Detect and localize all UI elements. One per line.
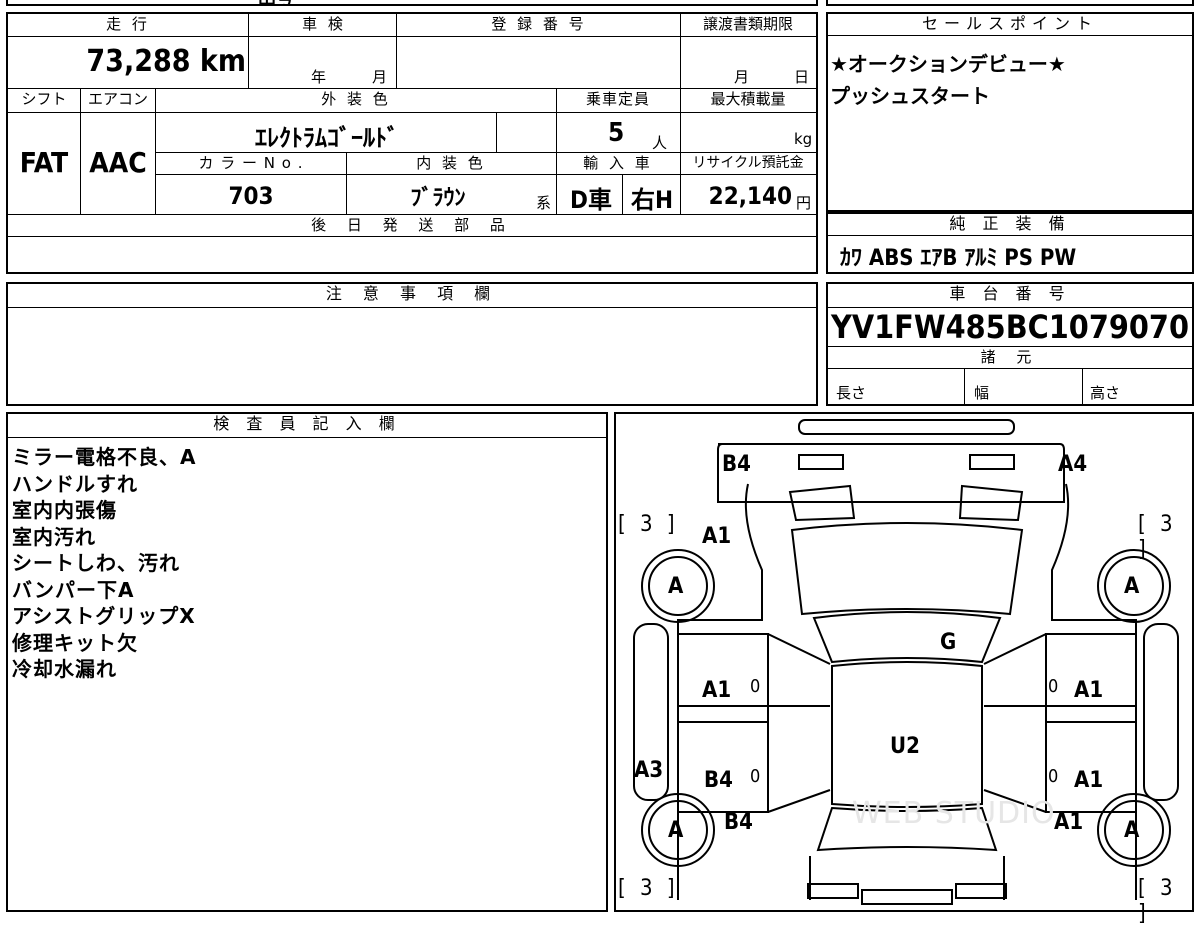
spec-length: 長さ bbox=[836, 384, 867, 402]
vin-box: 車 台 番 号 YV1FW485BC1079070 諸 元 長さ 幅 高さ bbox=[826, 282, 1194, 406]
tire-bracket-rr: [ 3 ] bbox=[1138, 876, 1177, 926]
vin-value: YV1FW485BC1079070 bbox=[831, 308, 1189, 346]
spec-width: 幅 bbox=[974, 384, 990, 402]
tire-grade-fl: A bbox=[668, 574, 684, 599]
steering-value: 右H bbox=[630, 186, 674, 214]
damage-diagram-box: [ 3 ] [ 3 ] [ 3 ] [ 3 ] A A A A B4 A4 A1… bbox=[614, 412, 1194, 926]
inspection-year: 年 bbox=[311, 68, 327, 86]
top-strip-right bbox=[826, 0, 1194, 6]
inspector-note: ハンドルすれ bbox=[12, 471, 138, 496]
max-load-unit: kg bbox=[794, 130, 813, 148]
damage-windshield: G bbox=[940, 630, 957, 655]
interior-color-value: ﾌﾞﾗｳﾝ bbox=[410, 186, 466, 211]
tire-grade-fr: A bbox=[1124, 574, 1140, 599]
inspector-note: 室内汚れ bbox=[12, 524, 96, 549]
transfer-day: 日 bbox=[794, 68, 810, 86]
zero-marker: 0 bbox=[1048, 766, 1059, 787]
damage-rear-door-left: B4 bbox=[704, 768, 733, 793]
transfer-label: 譲渡書類期限 bbox=[702, 15, 793, 33]
inspector-note: シートしわ、汚れ bbox=[12, 551, 180, 575]
inspector-note: ミラー電格不良、A bbox=[12, 445, 197, 469]
shift-value: FAT bbox=[19, 146, 69, 179]
registration-label: 登 録 番 号 bbox=[491, 15, 587, 33]
import-type: D車 bbox=[570, 186, 612, 214]
equipment-value: ｶﾜ ABS ｴｱB ｱﾙﾐ PS PW bbox=[840, 246, 1077, 271]
tire-grade-rr: A bbox=[1124, 818, 1140, 843]
notes-label: 注 意 事 項 欄 bbox=[8, 284, 816, 308]
capacity-value: 5 bbox=[608, 118, 625, 148]
color-no-value: 703 bbox=[228, 182, 274, 210]
watermark: WEB STUDIO bbox=[852, 796, 1056, 831]
inspector-note: バンパー下A bbox=[12, 577, 135, 602]
vehicle-info-table: 走 行 車 検 登 録 番 号 譲渡書類期限 73,288 km 年 月 月 日… bbox=[6, 12, 818, 274]
inspection-label: 車 検 bbox=[302, 15, 346, 33]
damage-quarter-left: B4 bbox=[724, 810, 753, 835]
exterior-color-label: 外 装 色 bbox=[321, 90, 391, 108]
zero-marker: 0 bbox=[1048, 676, 1059, 697]
mileage-label: 走 行 bbox=[106, 15, 150, 33]
recycle-label: リサイクル預託金 bbox=[692, 155, 804, 171]
capacity-label: 乗車定員 bbox=[585, 90, 650, 108]
import-label: 輸 入 車 bbox=[583, 154, 653, 172]
transfer-month: 月 bbox=[734, 68, 750, 86]
damage-rear-door-right: A1 bbox=[1074, 768, 1104, 793]
shift-label: シフト bbox=[21, 90, 67, 108]
zero-marker: 0 bbox=[750, 676, 761, 697]
zero-marker: 0 bbox=[750, 766, 761, 787]
exterior-color-value: ｴﾚｸﾄﾗﾑｺﾞｰﾙﾄﾞ bbox=[255, 124, 399, 152]
interior-suffix: 系 bbox=[536, 194, 552, 212]
max-load-label: 最大積載量 bbox=[710, 90, 786, 108]
inspection-month: 月 bbox=[372, 68, 388, 86]
inspector-notes: ミラー電格不良、A ハンドルすれ 室内内張傷 室内汚れ シートしわ、汚れ バンパ… bbox=[12, 444, 196, 683]
tire-bracket-fr: [ 3 ] bbox=[1138, 512, 1177, 562]
recycle-value: 22,140 bbox=[708, 182, 792, 210]
tire-grade-rl: A bbox=[668, 818, 684, 843]
vin-label: 車 台 番 号 bbox=[828, 284, 1192, 308]
ac-label: エアコン bbox=[87, 90, 148, 108]
sales-point-line-1: ★オークションデビュー★ bbox=[830, 52, 1066, 76]
damage-quarter-right: A1 bbox=[1054, 810, 1084, 835]
specs-label: 諸 元 bbox=[980, 348, 1040, 366]
notes-box: 注 意 事 項 欄 bbox=[6, 282, 818, 406]
inspector-box: 検 査 員 記 入 欄 ミラー電格不良、A ハンドルすれ 室内内張傷 室内汚れ … bbox=[6, 412, 608, 912]
top-fragment-text: 田号 bbox=[258, 0, 294, 10]
interior-color-label: 内 装 色 bbox=[416, 154, 486, 172]
sales-point-box: セールスポイント ★オークションデビュー★ プッシュスタート bbox=[826, 12, 1194, 212]
ac-value: AAC bbox=[89, 146, 147, 179]
tire-bracket-rl: [ 3 ] bbox=[618, 876, 679, 901]
spec-height: 高さ bbox=[1090, 384, 1121, 402]
inspector-note: 冷却水漏れ bbox=[12, 657, 117, 681]
damage-roof: U2 bbox=[890, 734, 920, 759]
damage-front-right: A4 bbox=[1058, 452, 1088, 477]
damage-front-door-left: A1 bbox=[702, 678, 732, 703]
damage-front-left: B4 bbox=[722, 452, 751, 477]
later-parts-label: 後 日 発 送 部 品 bbox=[311, 216, 513, 234]
sales-point-line-2: プッシュスタート bbox=[830, 84, 990, 108]
capacity-unit: 人 bbox=[652, 134, 668, 152]
damage-sill-left: A3 bbox=[634, 758, 664, 783]
color-no-label: カ ラ ー N o . bbox=[198, 154, 304, 172]
inspector-note: アシストグリップX bbox=[12, 604, 196, 628]
car-diagram bbox=[633, 419, 1179, 905]
mileage-value: 73,288 km bbox=[86, 44, 246, 79]
equipment-box: 純 正 装 備 ｶﾜ ABS ｴｱB ｱﾙﾐ PS PW bbox=[826, 212, 1194, 274]
inspector-label: 検 査 員 記 入 欄 bbox=[8, 414, 606, 438]
damage-front-door-right: A1 bbox=[1074, 678, 1104, 703]
equipment-label: 純 正 装 備 bbox=[828, 214, 1192, 236]
top-strip: 田号 bbox=[6, 0, 818, 9]
sales-point-label: セールスポイント bbox=[828, 14, 1192, 36]
inspector-note: 修理キット欠 bbox=[12, 630, 138, 655]
tire-bracket-fl: [ 3 ] bbox=[618, 512, 679, 537]
recycle-unit: 円 bbox=[796, 194, 812, 212]
inspector-note: 室内内張傷 bbox=[12, 498, 117, 522]
damage-fender-left: A1 bbox=[702, 524, 732, 549]
